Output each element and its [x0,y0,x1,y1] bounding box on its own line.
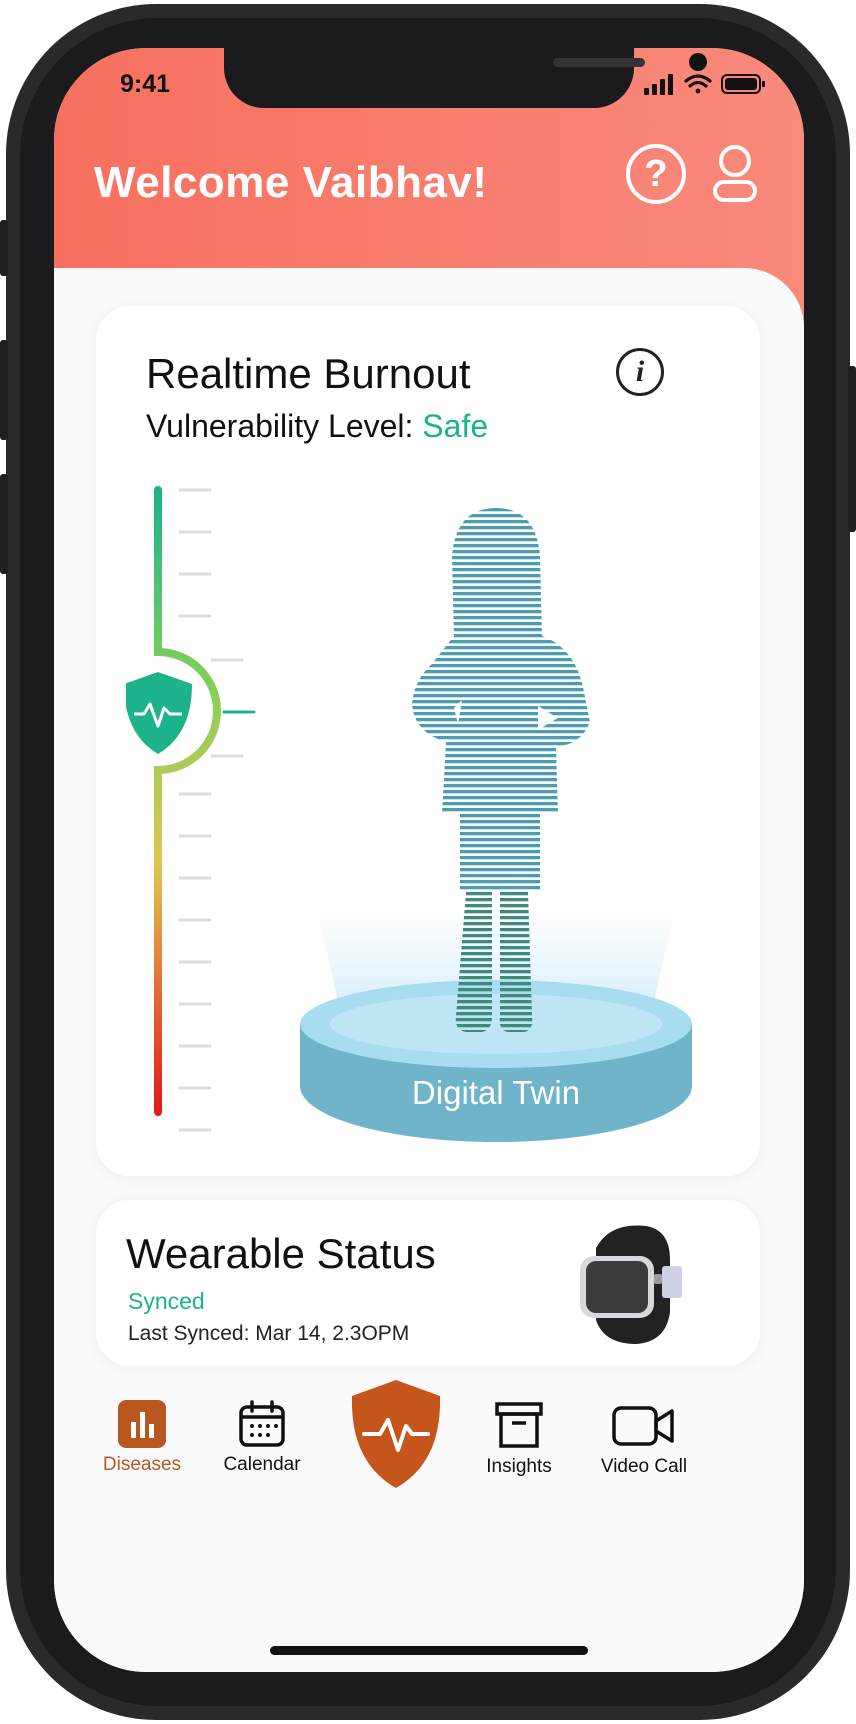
digital-twin-label: Digital Twin [411,1074,581,1111]
digital-twin-figure [300,508,692,1142]
volume-down-button [0,474,8,574]
volume-up-button [0,340,8,440]
vulnerability-value: Safe [422,408,489,444]
video-camera-icon [612,1406,674,1446]
nav-item-diseases[interactable]: Diseases [96,1400,188,1476]
nav-item-video-call[interactable]: Video Call [594,1402,694,1478]
welcome-title: Welcome Vaibhav! [94,158,488,207]
wearable-title: Wearable Status [126,1230,436,1277]
battery-icon [721,74,765,94]
front-camera [689,53,707,71]
calendar-icon [239,1400,285,1447]
speaker [553,58,645,67]
shield-heartbeat-icon[interactable] [350,1378,442,1490]
info-icon[interactable]: i [616,348,664,396]
home-indicator [270,1646,588,1655]
help-icon[interactable]: ? [626,144,686,204]
smartwatch-icon [580,1225,682,1344]
status-time: 9:41 [120,70,171,98]
vulnerability-label: Vulnerability Level: [146,408,414,444]
wearable-card[interactable]: Wearable Status Synced Last Synced: Mar … [96,1200,760,1366]
bottom-nav: Diseases Calendar Insights Video Call [54,1380,804,1528]
nav-label-video-call: Video Call [600,1456,688,1477]
signal-icon [644,74,673,95]
notch [224,48,707,108]
gauge-ticks [178,488,244,1132]
nav-label-diseases: Diseases [102,1454,182,1475]
nav-item-insights[interactable]: Insights [476,1402,562,1478]
app-screen: 9:41 Welcome Vaibhav! ? Realtime Burnout… [54,48,804,1672]
gauge-track [154,486,221,1116]
user-icon[interactable] [712,144,758,204]
wearable-last-synced: Last Synced: Mar 14, 2.3OPM [128,1322,410,1345]
nav-item-calendar[interactable]: Calendar [214,1400,310,1476]
status-icons [644,74,765,95]
burnout-title: Realtime Burnout [146,350,471,397]
burnout-card: Realtime Burnout Vulnerability Level: Sa… [96,306,760,1176]
vulnerability-level: Vulnerability Level: Safe [146,408,488,445]
shield-heartbeat-icon [126,672,192,754]
bar-chart-icon [118,1400,166,1448]
wearable-sync-status: Synced [128,1288,205,1314]
nav-label-insights: Insights [486,1456,552,1477]
mute-switch [0,220,8,276]
archive-box-icon [495,1402,543,1448]
power-button [848,366,856,532]
wifi-icon [684,74,712,94]
nav-label-calendar: Calendar [223,1454,301,1475]
